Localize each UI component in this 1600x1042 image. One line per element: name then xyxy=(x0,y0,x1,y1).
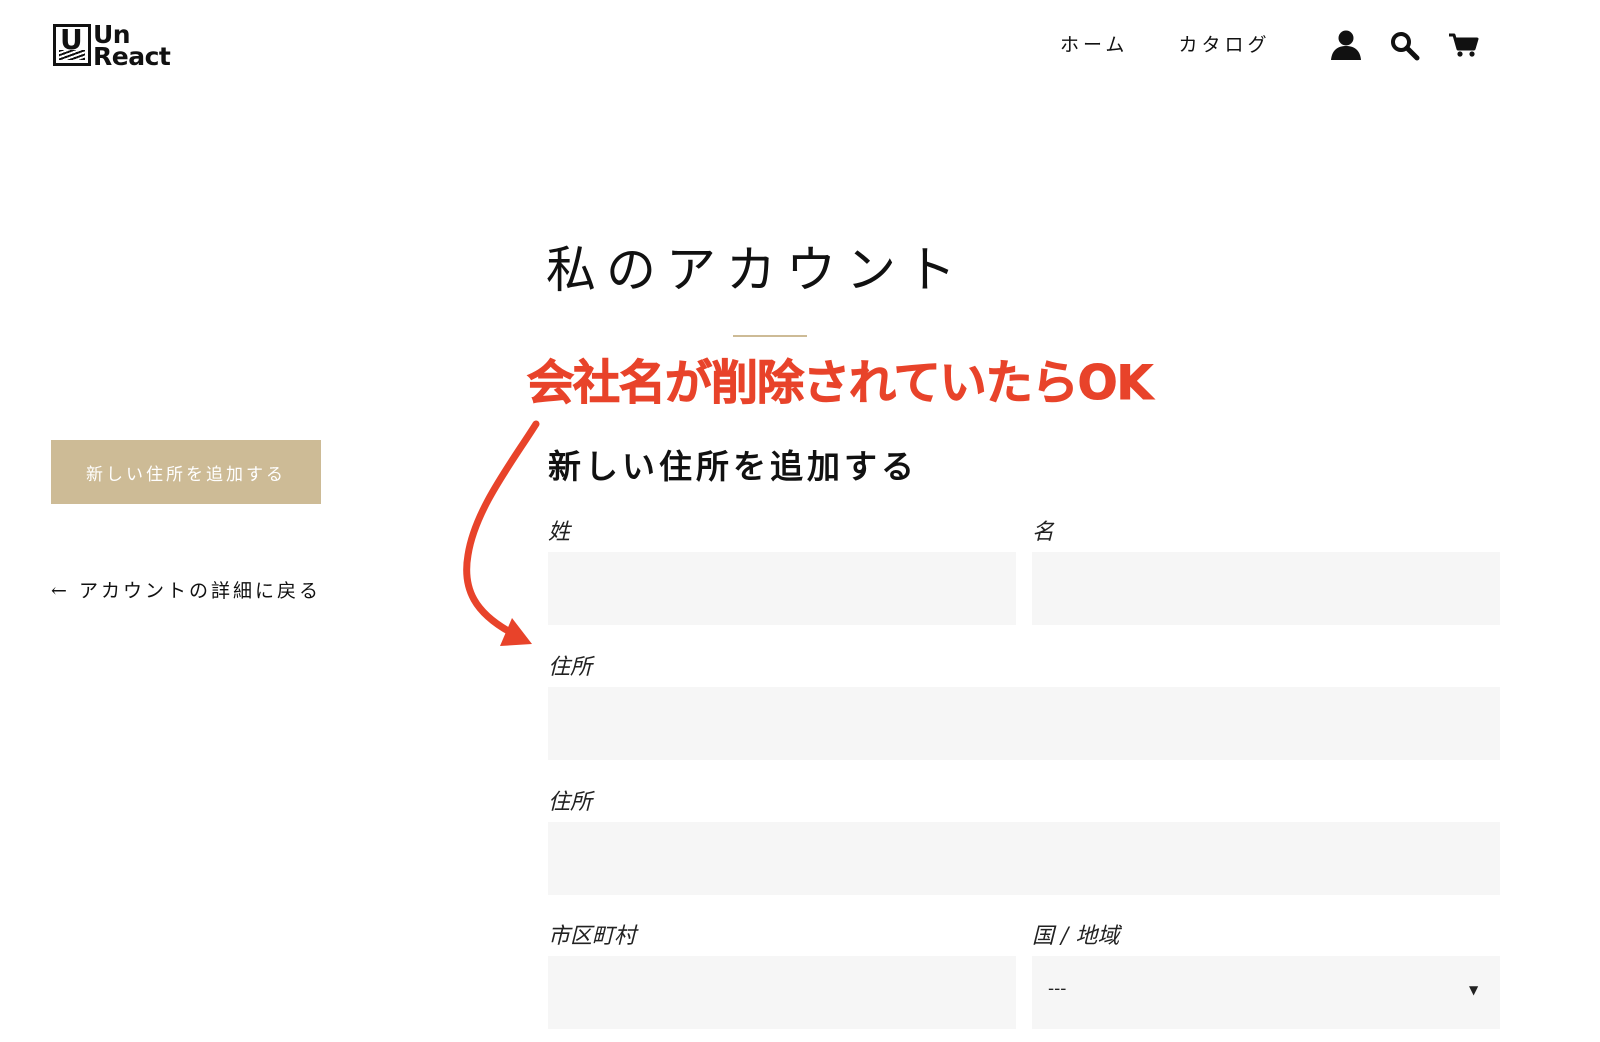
add-new-address-button[interactable]: 新しい住所を追加する xyxy=(51,440,321,504)
form-title: 新しい住所を追加する xyxy=(548,447,918,486)
first-name-label: 名 xyxy=(1032,520,1055,545)
first-name-input[interactable] xyxy=(1032,552,1500,625)
country-select[interactable] xyxy=(1032,956,1500,1029)
title-divider xyxy=(733,335,807,337)
page-title: 私のアカウント xyxy=(546,241,966,299)
cart-icon[interactable] xyxy=(1449,33,1479,59)
address2-label: 住所 xyxy=(548,790,593,815)
logo-stripe xyxy=(59,50,85,60)
country-select-value: --- xyxy=(1048,979,1067,999)
country-label: 国 / 地域 xyxy=(1032,924,1120,949)
address1-label: 住所 xyxy=(548,655,593,680)
search-icon[interactable] xyxy=(1390,31,1420,61)
nav-catalog-link[interactable]: カタログ xyxy=(1178,30,1270,57)
logo-text: Un React xyxy=(93,22,171,71)
logo-line-2: React xyxy=(93,42,171,71)
logo-mark: U xyxy=(53,23,91,66)
account-icon[interactable] xyxy=(1330,30,1362,60)
annotation-arrow-icon xyxy=(463,420,540,646)
page: U Un React ホーム カタログ 私のアカウント 会社名が削除されていたら… xyxy=(0,0,1600,1042)
last-name-input[interactable] xyxy=(548,552,1016,625)
annotation-text: 会社名が削除されていたらOK xyxy=(527,356,1154,412)
city-input[interactable] xyxy=(548,956,1016,1029)
address1-input[interactable] xyxy=(548,687,1500,760)
last-name-label: 姓 xyxy=(548,520,571,545)
address2-input[interactable] xyxy=(548,822,1500,895)
chevron-down-icon: ▼ xyxy=(1469,983,1479,997)
logo[interactable]: U Un React xyxy=(53,22,171,71)
main-nav: ホーム カタログ xyxy=(1060,30,1270,57)
city-label: 市区町村 xyxy=(548,924,637,949)
nav-home-link[interactable]: ホーム xyxy=(1060,30,1128,57)
back-to-account-link[interactable]: ← アカウントの詳細に戻る xyxy=(51,576,321,603)
